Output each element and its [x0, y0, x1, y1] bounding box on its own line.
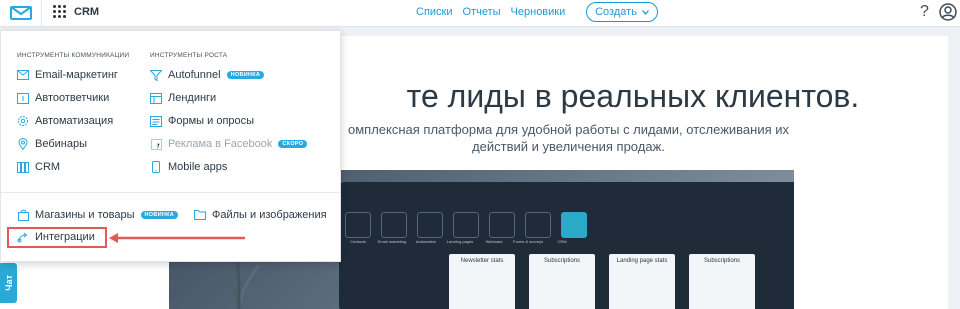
monitor-card: Subscriptions: [529, 254, 595, 309]
nav-lists[interactable]: Списки: [416, 6, 453, 18]
apps-grid-icon: [53, 5, 66, 18]
monitor-label: Automation: [415, 239, 437, 244]
menu-item-label: Mobile apps: [168, 161, 228, 173]
monitor-card-title: Subscriptions: [543, 258, 581, 264]
menu-item-label: Автоответчики: [35, 92, 110, 104]
menu-item-label: Файлы и изображения: [212, 209, 327, 221]
top-nav: Списки Отчеты Черновики: [416, 6, 565, 18]
chat-label: Чат: [3, 275, 14, 291]
monitor-label: Webinars: [485, 239, 503, 244]
bag-icon: [17, 209, 29, 221]
phone-icon: [150, 161, 162, 173]
monitor-label: Email marketing: [377, 239, 407, 244]
webinar-icon: [489, 212, 515, 238]
menu-item-label: CRM: [35, 161, 61, 173]
monitor-label: Contacts: [350, 239, 366, 244]
col2-title: ИНСТРУМЕНТЫ РОСТА: [150, 52, 228, 59]
menu-item-label: Вебинары: [35, 138, 87, 150]
funnel-icon: [150, 69, 162, 81]
menu-item-label: Лендинги: [168, 92, 217, 104]
create-label: Создать: [595, 6, 637, 18]
menu-item-autoresponders[interactable]: Автоответчики: [17, 92, 109, 104]
menu-item-mobile-apps[interactable]: Mobile apps: [150, 161, 227, 173]
menu-item-label: Email-маркетинг: [35, 69, 118, 81]
monitor-card-title: Landing page stats: [616, 258, 668, 264]
envelope-logo-icon: [9, 6, 32, 20]
email-icon: [381, 212, 407, 238]
menu-item-email-marketing[interactable]: Email-маркетинг: [17, 69, 118, 81]
nav-reports[interactable]: Отчеты: [463, 6, 501, 18]
crm-icon: [561, 212, 587, 238]
pin-icon: [17, 138, 29, 150]
chat-tab[interactable]: Чат: [0, 263, 17, 303]
automation-icon: [417, 212, 443, 238]
monitor-card-title: Newsletter stats: [460, 258, 504, 264]
apps-menu-button[interactable]: CRM: [53, 5, 99, 18]
menu-item-webinars[interactable]: Вебинары: [17, 138, 87, 150]
menu-item-forms[interactable]: Формы и опросы: [150, 115, 254, 127]
envelope-icon: [17, 69, 29, 81]
new-badge: НОВИНКА: [140, 211, 179, 219]
menu-divider: [1, 192, 340, 193]
contacts-icon: [345, 212, 371, 238]
apps-label: CRM: [74, 5, 100, 18]
new-badge: НОВИНКА: [226, 71, 265, 79]
menu-item-shops[interactable]: Магазины и товары НОВИНКА: [17, 209, 179, 221]
soon-badge: СКОРО: [278, 140, 308, 148]
folder-icon: [194, 209, 206, 221]
hero-subtitle: омплексная платформа для удобной работы …: [348, 122, 789, 154]
menu-item-autofunnel[interactable]: Autofunnel НОВИНКА: [150, 69, 265, 81]
user-icon[interactable]: [939, 3, 957, 21]
monitor-labels: Contacts Email marketing Automation Land…: [343, 239, 577, 244]
nav-drafts[interactable]: Черновики: [511, 6, 566, 18]
menu-item-facebook-ads[interactable]: Реклама в Facebook СКОРО: [150, 138, 308, 150]
monitor-card: Subscriptions: [689, 254, 755, 309]
top-bar: CRM Списки Отчеты Черновики Создать ?: [0, 0, 960, 27]
gear-icon: [17, 115, 29, 127]
form-icon: [150, 115, 162, 127]
help-icon[interactable]: ?: [920, 3, 929, 21]
monitor-card: Newsletter stats: [449, 254, 515, 309]
chevron-down-icon: [641, 9, 649, 15]
menu-item-label: Формы и опросы: [168, 115, 255, 127]
col1-title: ИНСТРУМЕНТЫ КОММУНИКАЦИИ: [17, 52, 130, 59]
highlight-box: [7, 227, 107, 248]
layout-icon: [150, 92, 162, 104]
monitor-label: Forms & surveys: [513, 239, 544, 244]
create-button[interactable]: Создать: [586, 2, 658, 22]
menu-item-label: Автоматизация: [35, 115, 114, 127]
menu-item-automation[interactable]: Автоматизация: [17, 115, 113, 127]
monitor-label: Landing pages: [446, 239, 474, 244]
menu-item-label: Реклама в Facebook: [168, 138, 273, 150]
monitor-icons: [345, 212, 587, 238]
menu-item-label: Autofunnel: [168, 69, 221, 81]
facebook-icon: [150, 138, 162, 150]
arrow-left-icon: [109, 233, 245, 243]
forms-icon: [525, 212, 551, 238]
menu-item-label: Магазины и товары: [35, 209, 135, 221]
monitor-card-title: Subscriptions: [703, 258, 741, 264]
logo[interactable]: [0, 0, 42, 26]
landing-icon: [453, 212, 479, 238]
monitor-label: CRM: [557, 239, 567, 244]
menu-item-landings[interactable]: Лендинги: [150, 92, 216, 104]
columns-icon: [17, 161, 29, 173]
menu-item-crm[interactable]: CRM: [17, 161, 60, 173]
monitor-card: Landing page stats: [609, 254, 675, 309]
monitor-mockup: Contacts Email marketing Automation Land…: [339, 182, 794, 309]
menu-item-files[interactable]: Файлы и изображения: [194, 209, 327, 221]
autoresponder-icon: [17, 92, 29, 104]
